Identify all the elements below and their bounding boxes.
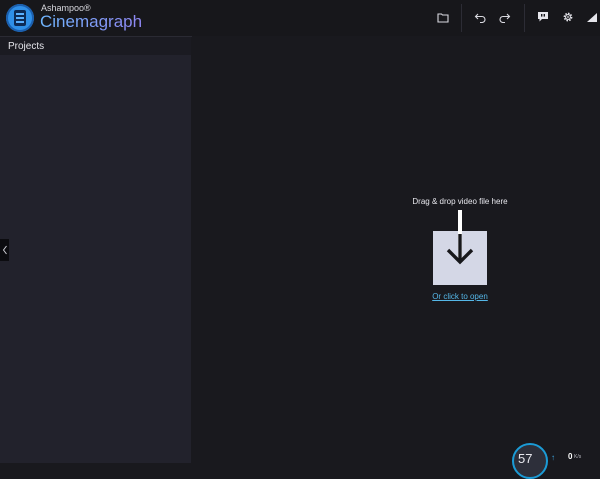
transfer-rate-unit: K/s — [574, 454, 582, 460]
feedback-button[interactable] — [533, 8, 553, 26]
drop-instructions: Drag & drop video file here — [412, 197, 508, 206]
toolbar-separator — [461, 4, 462, 32]
download-arrow-icon — [446, 210, 474, 265]
chart-icon — [587, 13, 597, 22]
sidebar-collapse-button[interactable] — [0, 239, 9, 261]
folder-icon — [437, 12, 449, 23]
undo-icon — [474, 13, 486, 23]
sidebar-title: Projects — [8, 41, 45, 52]
open-folder-button[interactable] — [433, 8, 453, 26]
feedback-icon — [538, 12, 548, 22]
statistics-button[interactable] — [582, 8, 600, 26]
redo-icon — [499, 13, 511, 23]
settings-button[interactable] — [558, 8, 578, 26]
undo-button[interactable] — [470, 8, 490, 26]
transfer-rate-value: 0 — [568, 452, 573, 461]
app-header: Ashampoo® Cinemagraph — [0, 0, 600, 36]
projects-sidebar: Projects — [0, 37, 191, 463]
chevron-left-icon — [2, 245, 7, 255]
upload-arrow-icon: ↑ — [551, 453, 555, 462]
open-file-link[interactable]: Or click to open — [385, 292, 535, 301]
redo-button[interactable] — [495, 8, 515, 26]
settings-icon — [563, 12, 573, 22]
performance-value: 57 — [518, 451, 533, 466]
sidebar-header: Projects — [0, 37, 191, 55]
toolbar-separator — [524, 4, 525, 32]
brand-product: Cinemagraph — [40, 12, 143, 31]
app-logo-icon — [6, 4, 34, 32]
